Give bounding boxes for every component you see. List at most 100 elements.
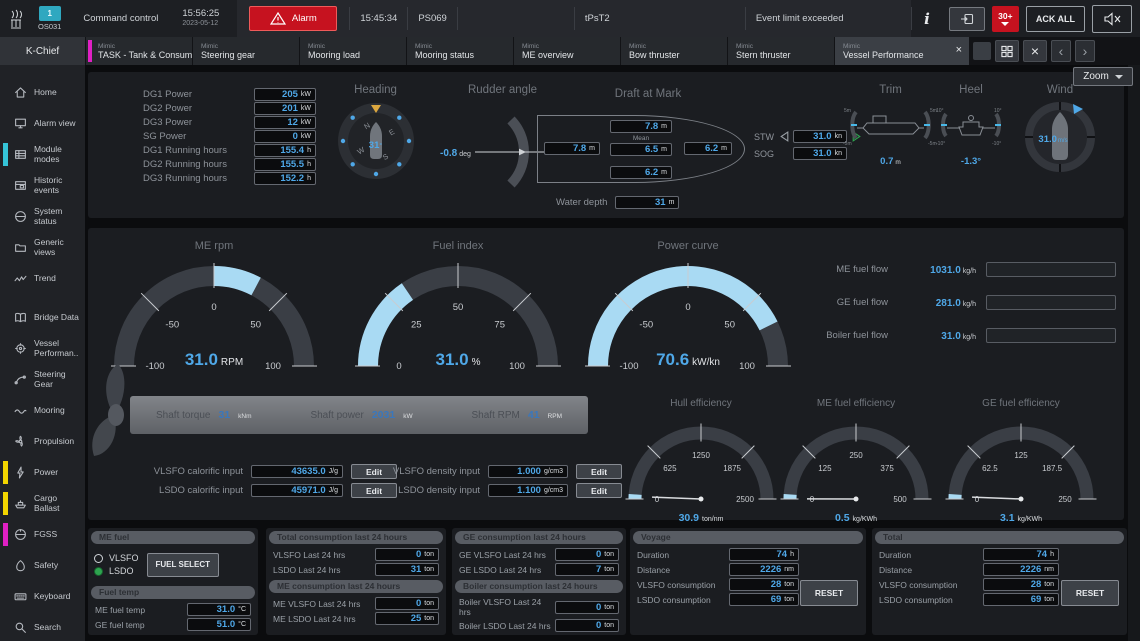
ge-fuel-temp-value: 51.0°C: [187, 618, 251, 631]
svg-text:125: 125: [1014, 451, 1028, 460]
sidebar-item-safety[interactable]: Safety: [0, 550, 85, 581]
ack-all-button[interactable]: ACK ALL: [1026, 6, 1085, 32]
svg-text:75: 75: [494, 319, 505, 330]
heel-value: -1.3°: [936, 151, 1006, 169]
sidebar-item-steering-gear[interactable]: Steering Gear: [0, 364, 85, 395]
radio-lsdo[interactable]: LSDO: [94, 566, 139, 576]
close-tab-icon[interactable]: ×: [956, 44, 962, 56]
prev-tab-icon[interactable]: ‹: [1051, 40, 1071, 62]
sidebar-item-power[interactable]: Power: [0, 457, 85, 488]
sidebar-item-mooring[interactable]: Mooring: [0, 395, 85, 426]
svg-text:0: 0: [685, 302, 690, 313]
login-icon[interactable]: [949, 7, 985, 31]
zoom-dropdown[interactable]: Zoom: [1073, 67, 1133, 86]
svg-text:375: 375: [880, 464, 894, 473]
sidebar-item-historic-events[interactable]: Historic events: [0, 170, 85, 201]
sidebar-item-bridge-data[interactable]: Bridge Data: [0, 302, 85, 333]
svg-text:50: 50: [250, 319, 261, 330]
lsdo-density-row: LSDO density input 1.100g/cm3 Edit: [388, 483, 622, 498]
me-fuel-header: ME fuel: [91, 531, 255, 544]
info-icon[interactable]: i: [911, 7, 942, 29]
boiler-lsdo-24h-value: 0ton: [555, 619, 619, 632]
tab-vessel-performance[interactable]: MimicVessel Performance ×: [835, 37, 969, 65]
lsdo-calorific-row: LSDO calorific input 45971.0J/g Edit: [143, 483, 397, 498]
sidebar-item-keyboard[interactable]: Keyboard: [0, 581, 85, 612]
tab-controls: × ‹ ›: [973, 37, 1095, 65]
voyage-reset-button[interactable]: RESET: [800, 580, 858, 606]
me-fuel-flow-row: ME fuel flow 1031.0kg/h: [788, 262, 1124, 276]
sg-power-value: 0kW: [254, 130, 316, 143]
fuel-index-value: 31.0%: [348, 350, 568, 370]
wind-gauge: 31.0m/s: [1021, 98, 1099, 176]
svg-text:2500: 2500: [736, 495, 754, 504]
draft-stbd-value: 6.2m: [610, 166, 672, 179]
alarm-count-badge[interactable]: 30+: [992, 6, 1019, 32]
next-tab-icon[interactable]: ›: [1075, 40, 1095, 62]
heading-value: 31°: [335, 135, 417, 153]
me-fuel-flow-bar: [986, 262, 1116, 277]
sidebar-item-search[interactable]: Search: [0, 612, 85, 641]
total-consumption-panel: Total consumption last 24 hours VLSFO La…: [266, 528, 446, 635]
svg-text:0: 0: [975, 495, 980, 504]
hull-efficiency-gauge: Hull efficiency 0625125018752500 30.9ton…: [616, 398, 786, 526]
sidebar-item-fgss[interactable]: FGSS: [0, 519, 85, 550]
sidebar-item-module-modes[interactable]: Module modes: [0, 139, 85, 170]
sidebar-item-vessel-performance[interactable]: Vessel Performan..: [0, 333, 85, 364]
fuel-temp-header: Fuel temp: [91, 586, 255, 599]
svg-text:50: 50: [453, 302, 464, 313]
tab-bar: K-Chief MimicTASK - Tank & Consumers Mim…: [0, 37, 1140, 65]
power-icon: [14, 466, 27, 479]
svg-text:-10°: -10°: [936, 141, 945, 146]
svg-text:1250: 1250: [692, 451, 710, 460]
voyage-distance-value: 2226nm: [729, 563, 799, 576]
operator-station[interactable]: 1 OS031: [32, 0, 67, 37]
tab-steering-gear[interactable]: MimicSteering gear: [193, 37, 299, 65]
tab-stern-thruster[interactable]: MimicStern thruster: [728, 37, 834, 65]
tab-me-overview[interactable]: MimicME overview: [514, 37, 620, 65]
me-fuel-temp-row: ME fuel temp 31.0°C: [88, 603, 258, 616]
mute-horn-icon[interactable]: [1092, 5, 1132, 33]
svg-text:-50: -50: [165, 319, 179, 330]
heel-graphic: 10° -10° 10° -10°: [936, 106, 1006, 146]
sidebar: Home Alarm view Module modes Historic ev…: [0, 65, 85, 641]
tab-task-tank-consumers[interactable]: MimicTASK - Tank & Consumers: [86, 37, 192, 65]
ge-lsdo-24h-value: 7ton: [555, 563, 619, 576]
lsdo-density-value: 1.100g/cm3: [488, 484, 568, 497]
stw-value: 31.0kn: [793, 130, 847, 143]
sidebar-item-trend[interactable]: Trend: [0, 263, 85, 294]
tile-windows-icon[interactable]: [995, 40, 1019, 62]
sidebar-item-system-status[interactable]: System status: [0, 201, 85, 232]
ge-fuel-flow-bar: [986, 295, 1116, 310]
sidebar-item-generic-views[interactable]: Generic views: [0, 232, 85, 263]
boiler-lsdo-24h-row: Boiler LSDO Last 24 hrs 0ton: [452, 619, 626, 632]
tab-mooring-status[interactable]: MimicMooring status: [407, 37, 513, 65]
svg-text:125: 125: [818, 464, 832, 473]
hull-efficiency-value: 30.9ton/nm: [616, 508, 786, 526]
historic-events-icon: [14, 179, 27, 192]
total-reset-button[interactable]: RESET: [1061, 580, 1119, 606]
radio-vlsfo[interactable]: VLSFO: [94, 553, 139, 563]
me-lsdo-24h-row: ME LSDO Last 24 hrs 25ton: [266, 612, 446, 625]
tab-mooring-load[interactable]: MimicMooring load: [300, 37, 406, 65]
boiler-fuel-flow-row: Boiler fuel flow 31.0kg/h: [788, 328, 1124, 342]
sidebar-item-cargo-ballast[interactable]: Cargo Ballast: [0, 488, 85, 519]
close-all-icon[interactable]: ×: [1023, 40, 1047, 62]
top-bar: 1 OS031 Command control 15:56:25 2023-05…: [0, 0, 1140, 37]
dg-row: DG2 Power201kW: [143, 102, 316, 115]
ge-lsdo-24h-row: GE LSDO Last 24 hrs 7ton: [452, 563, 626, 576]
sidebar-item-propulsion[interactable]: Propulsion: [0, 426, 85, 457]
shaft-data-strip: Shaft torque31kNm Shaft power2031kW Shaf…: [130, 396, 588, 434]
alarm-button[interactable]: Alarm: [249, 6, 337, 31]
tab-bow-thruster[interactable]: MimicBow thruster: [621, 37, 727, 65]
mooring-icon: [14, 404, 27, 417]
sidebar-item-home[interactable]: Home: [0, 77, 85, 108]
dg-row: DG3 Power12kW: [143, 116, 316, 129]
fuel-select-button[interactable]: FUEL SELECT: [147, 553, 220, 577]
total-distance-row: Distance 2226nm: [872, 563, 1127, 576]
me-fuel-efficiency-value: 0.5kg/KWh: [771, 508, 941, 526]
propulsion-icon: [14, 435, 27, 448]
sidebar-item-alarm-view[interactable]: Alarm view: [0, 108, 85, 139]
draft-mean-label: Mean: [610, 135, 672, 142]
sog-value: 31.0kn: [793, 147, 847, 160]
blank-button[interactable]: [973, 42, 991, 60]
